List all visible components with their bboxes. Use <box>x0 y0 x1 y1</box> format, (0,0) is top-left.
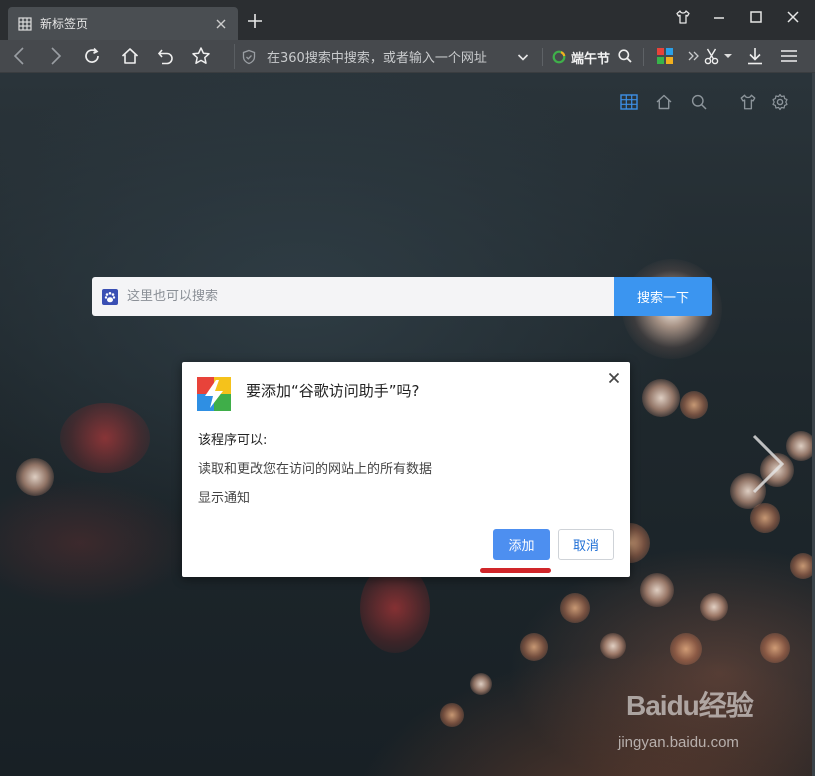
news-logo-icon <box>552 50 566 64</box>
undo-icon[interactable] <box>155 45 177 67</box>
permission-item: 读取和更改您在访问的网站上的所有数据 <box>198 462 433 477</box>
star-icon[interactable] <box>190 45 212 67</box>
bokeh-light <box>470 673 492 695</box>
extension-install-dialog: 要添加“谷歌访问助手”吗? 该程序可以: 读取和更改您在访问的网站上的所有数据 … <box>182 362 630 577</box>
search-icon[interactable] <box>689 92 709 112</box>
bokeh-light <box>750 503 780 533</box>
permission-item: 显示通知 <box>198 491 251 506</box>
back-icon[interactable] <box>9 45 31 67</box>
bokeh-light <box>600 633 626 659</box>
title-bar: 新标签页 <box>0 0 815 40</box>
watermark-brand: Baidu经验 <box>626 690 754 721</box>
shirt-icon[interactable] <box>673 8 693 26</box>
chevron-down-icon[interactable] <box>516 50 530 64</box>
tab-title: 新标签页 <box>40 17 89 31</box>
watermark: Baidu经验 jingyan.baidu.com <box>618 682 808 762</box>
bokeh-light <box>560 593 590 623</box>
scissors-icon[interactable] <box>702 45 724 67</box>
forward-icon[interactable] <box>44 45 66 67</box>
add-button[interactable]: 添加 <box>493 529 550 560</box>
paw-icon <box>102 288 118 305</box>
bokeh-light <box>440 703 464 727</box>
dialog-title: 要添加“谷歌访问助手”吗? <box>246 382 420 400</box>
close-icon[interactable] <box>783 8 803 26</box>
home-icon[interactable] <box>119 45 141 67</box>
bokeh-light <box>640 573 674 607</box>
bokeh-light <box>700 593 728 621</box>
chevron-down-icon[interactable] <box>722 45 734 67</box>
search-button[interactable]: 搜索一下 <box>614 277 712 316</box>
shirt-icon[interactable] <box>738 92 758 112</box>
news-label: 端午节 <box>571 51 611 67</box>
grid-icon[interactable] <box>619 92 639 112</box>
bokeh-light <box>786 431 815 461</box>
toolbar-divider <box>643 48 644 66</box>
menu-icon[interactable] <box>778 45 800 67</box>
cancel-button[interactable]: 取消 <box>558 529 614 560</box>
grid-icon <box>18 16 32 31</box>
bokeh-light <box>760 633 790 663</box>
shield-icon <box>242 49 256 64</box>
search-input[interactable] <box>127 289 604 304</box>
bokeh-light <box>680 391 708 419</box>
tab-new-tab[interactable]: 新标签页 <box>8 7 238 40</box>
search-field[interactable] <box>92 277 614 316</box>
close-icon[interactable] <box>604 368 624 388</box>
maximize-icon[interactable] <box>746 8 766 26</box>
gear-icon[interactable] <box>770 92 790 112</box>
dialog-subtitle: 该程序可以: <box>198 433 268 448</box>
refresh-icon[interactable] <box>81 45 103 67</box>
watermark-site: jingyan.baidu.com <box>618 734 739 751</box>
apps-icon[interactable] <box>654 45 676 67</box>
search-box: 搜索一下 <box>92 277 712 316</box>
bokeh-light <box>16 458 54 496</box>
toolbar-divider <box>542 48 543 66</box>
plus-icon[interactable] <box>246 12 264 30</box>
bokeh-light <box>60 403 150 473</box>
search-icon[interactable] <box>614 45 636 67</box>
download-icon[interactable] <box>744 45 766 67</box>
bokeh-light <box>670 633 702 665</box>
news-hotspot[interactable]: 端午节 <box>552 47 610 67</box>
close-icon[interactable] <box>214 17 228 31</box>
highlight-underline <box>480 568 551 573</box>
browser-toolbar: 在360搜索中搜索，或者输入一个网址 端午节 <box>0 40 815 73</box>
bokeh-light <box>642 379 680 417</box>
address-bar[interactable]: 在360搜索中搜索，或者输入一个网址 <box>234 44 536 69</box>
minimize-icon[interactable] <box>709 8 729 26</box>
bokeh-light <box>520 633 548 661</box>
address-placeholder: 在360搜索中搜索，或者输入一个网址 <box>267 51 487 66</box>
home-icon[interactable] <box>654 92 674 112</box>
chevron-right-icon[interactable] <box>748 432 788 496</box>
extension-logo-icon <box>197 377 231 411</box>
